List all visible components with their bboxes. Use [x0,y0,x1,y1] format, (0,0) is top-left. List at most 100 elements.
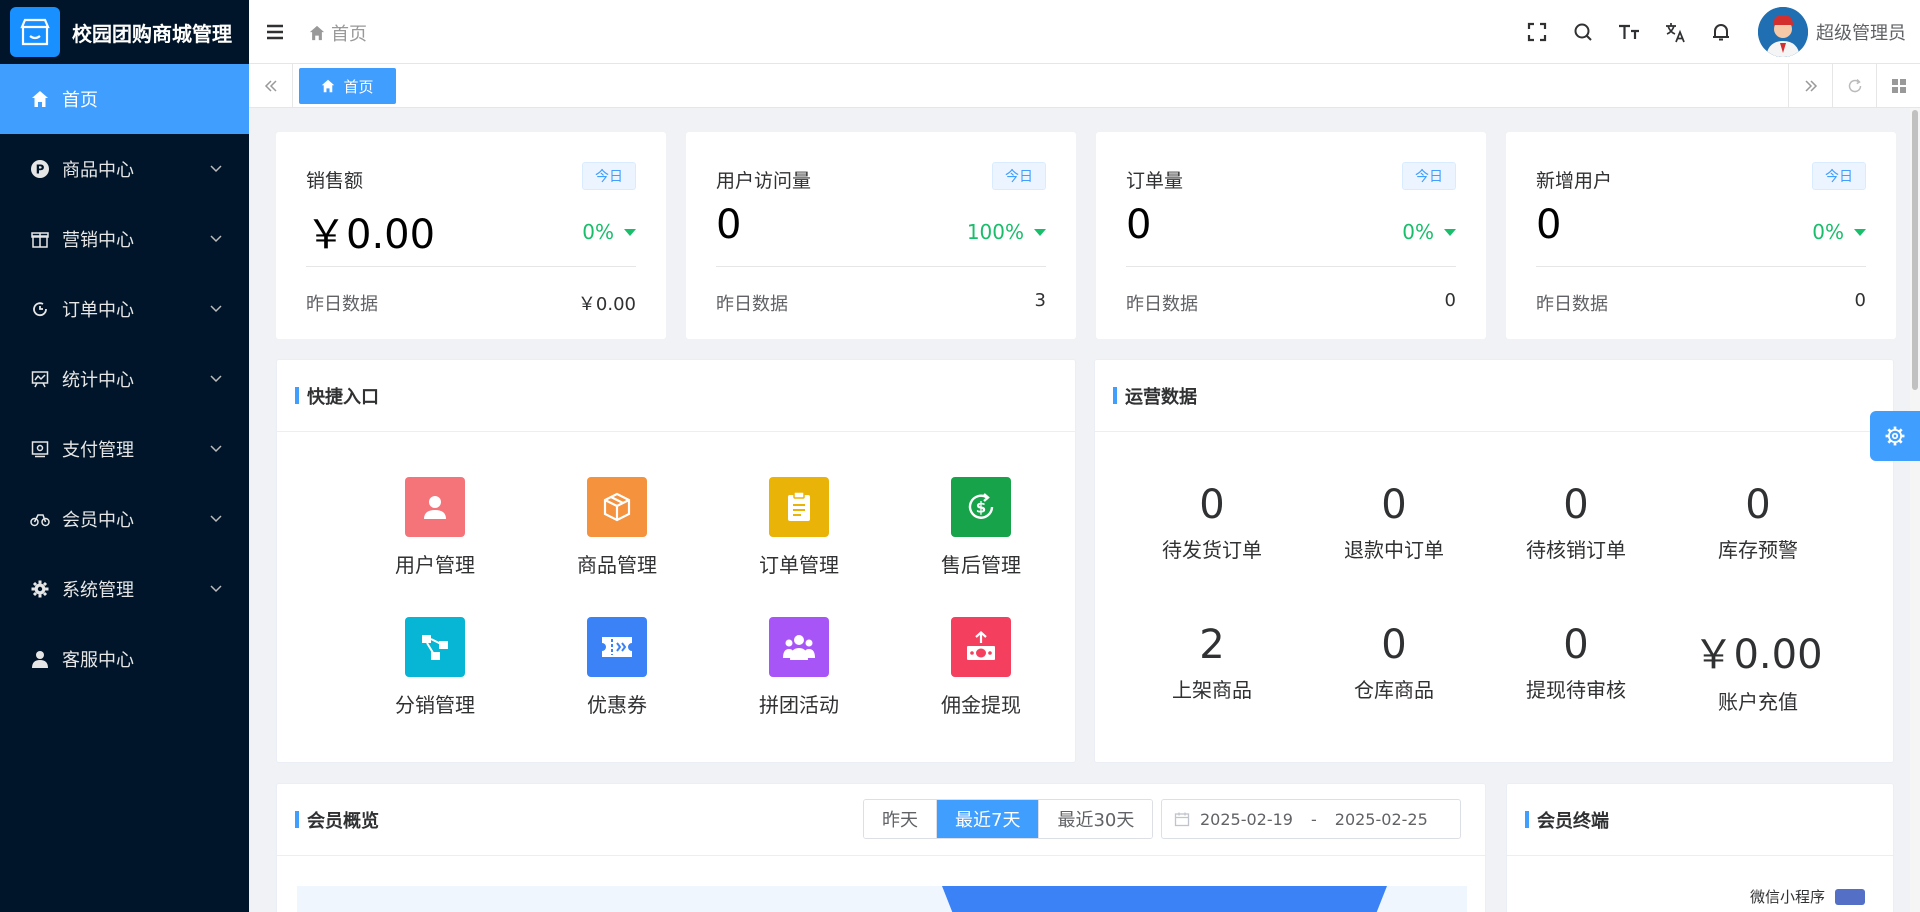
quick-group-buy[interactable]: 拼团活动 [729,617,869,727]
sidebar-item-service[interactable]: 客服中心 [0,624,249,694]
fullscreen-icon[interactable] [1514,0,1560,64]
sidebar-item-label: 系统管理 [62,580,134,601]
sidebar-item-system[interactable]: 系统管理 [0,554,249,624]
panel-title: 运营数据 [1125,386,1197,408]
svg-text:$: $ [976,499,986,517]
range-yesterday-button[interactable]: 昨天 [864,800,937,838]
marketing-icon [30,229,50,249]
stat-value: 0 [1536,202,1562,248]
quick-label: 分销管理 [395,693,475,717]
ops-withdraw-review[interactable]: 0 提现待审核 [1501,622,1651,703]
stat-foot-label: 昨日数据 [716,294,788,315]
grid-icon[interactable] [1876,64,1920,108]
font-size-icon[interactable] [1606,0,1652,64]
ops-pending-shipment[interactable]: 0 待发货订单 [1137,482,1287,563]
sidebar-item-home[interactable]: 首页 [0,64,249,134]
date-range-picker[interactable]: 2025-02-19 - 2025-02-25 [1161,799,1461,839]
stat-trend: 0% [582,220,636,244]
member-overview-panel: 会员概览 昨天 最近7天 最近30天 2025-02-19 - 2025-02-… [276,783,1486,912]
ops-stock-warning[interactable]: 0 库存预警 [1683,482,1833,563]
logo[interactable]: 校园团购商城管理 [0,0,249,64]
username[interactable]: 超级管理员 [1816,19,1906,45]
chevron-down-icon [210,375,222,383]
quick-coupon[interactable]: 优惠券 [547,617,687,727]
quick-product-management[interactable]: 商品管理 [547,477,687,587]
ops-pending-verify[interactable]: 0 待核销订单 [1501,482,1651,563]
chart-bar [942,886,1387,912]
ops-label: 待核销订单 [1526,538,1626,562]
breadcrumb[interactable]: 首页 [309,20,367,46]
stat-trend: 100% [967,220,1046,244]
range-selector: 昨天 最近7天 最近30天 [863,799,1154,839]
sidebar-item-label: 支付管理 [62,440,134,461]
settings-button[interactable] [1870,411,1920,461]
operations-panel: 运营数据 0 待发货订单 0 退款中订单 0 待核销订单 0 库存预警 2 上架… [1094,359,1894,763]
sidebar-item-order[interactable]: 订单中心 [0,274,249,344]
stat-foot-label: 昨日数据 [306,294,378,315]
ops-label: 待发货订单 [1162,538,1262,562]
refund-icon: $ [951,477,1011,537]
tabs-scroll-right-icon[interactable] [1788,64,1832,108]
sidebar-item-member[interactable]: 会员中心 [0,484,249,554]
ops-refunding[interactable]: 0 退款中订单 [1319,482,1469,563]
panel-header: 会员终端 [1507,784,1893,856]
user-icon [30,649,50,669]
search-icon[interactable] [1560,0,1606,64]
panel-header: 快捷入口 [277,360,1075,432]
ops-value: 0 [1381,482,1407,528]
bell-icon[interactable] [1698,0,1744,64]
quick-commission-withdraw[interactable]: 佣金提现 [911,617,1051,727]
sidebar-item-label: 首页 [62,90,98,111]
home-icon [309,25,325,41]
tab-label: 首页 [343,77,374,96]
quick-label: 优惠券 [587,693,647,717]
stat-card-new-users: 新增用户 今日 0 0% 昨日数据 0 [1506,132,1896,339]
sidebar-item-product[interactable]: P 商品中心 [0,134,249,204]
stat-value: 0 [716,202,742,248]
chart-legend[interactable]: 微信小程序 [1750,886,1865,907]
ops-account-recharge[interactable]: ￥0.00 账户充值 [1683,622,1833,715]
menu-toggle-icon[interactable] [265,22,285,42]
range-7days-button[interactable]: 最近7天 [937,800,1040,838]
trend-down-icon [624,228,636,236]
today-badge: 今日 [1812,162,1866,190]
page-scrollbar[interactable] [1910,108,1920,912]
range-30days-button[interactable]: 最近30天 [1039,800,1153,838]
tabs-scroll-left-icon[interactable] [249,64,293,108]
sidebar: 校园团购商城管理 首页 P 商品中心 营销中心 订单中心 统计中心 支付管理 会… [0,0,249,912]
chevron-down-icon [210,585,222,593]
sidebar-item-label: 商品中心 [62,160,134,181]
quick-after-sales[interactable]: $ 售后管理 [911,477,1051,587]
quick-distribution[interactable]: 分销管理 [365,617,505,727]
today-badge: 今日 [992,162,1046,190]
sidebar-item-marketing[interactable]: 营销中心 [0,204,249,274]
sidebar-item-payment[interactable]: 支付管理 [0,414,249,484]
ops-listed-products[interactable]: 2 上架商品 [1137,622,1287,703]
quick-order-management[interactable]: 订单管理 [729,477,869,587]
app-title: 校园团购商城管理 [72,21,232,46]
tab-home[interactable]: 首页 [299,68,396,104]
member-chart-area [297,886,1467,912]
gear-icon [1885,426,1905,446]
translate-icon[interactable] [1652,0,1698,64]
sidebar-item-stats[interactable]: 统计中心 [0,344,249,414]
stat-card-orders: 订单量 今日 0 0% 昨日数据 0 [1096,132,1486,339]
refresh-icon[interactable] [1832,64,1876,108]
user-icon [405,477,465,537]
stat-card-sales: 销售额 今日 ￥0.00 0% 昨日数据 ￥0.00 [276,132,666,339]
payment-icon [30,439,50,459]
scrollbar-thumb[interactable] [1912,110,1918,390]
sidebar-item-label: 营销中心 [62,230,134,251]
today-badge: 今日 [1402,162,1456,190]
legend-label: 微信小程序 [1749,888,1825,906]
quick-label: 商品管理 [577,553,657,577]
stat-label: 用户访问量 [716,170,812,192]
avatar[interactable] [1758,7,1808,57]
quick-user-management[interactable]: 用户管理 [365,477,505,587]
calendar-icon [1174,812,1190,827]
stat-card-visits: 用户访问量 今日 0 100% 昨日数据 3 [686,132,1076,339]
ops-warehouse-products[interactable]: 0 仓库商品 [1319,622,1469,703]
date-end: 2025-02-25 [1334,809,1428,829]
member-icon [30,509,50,529]
group-icon [769,617,829,677]
